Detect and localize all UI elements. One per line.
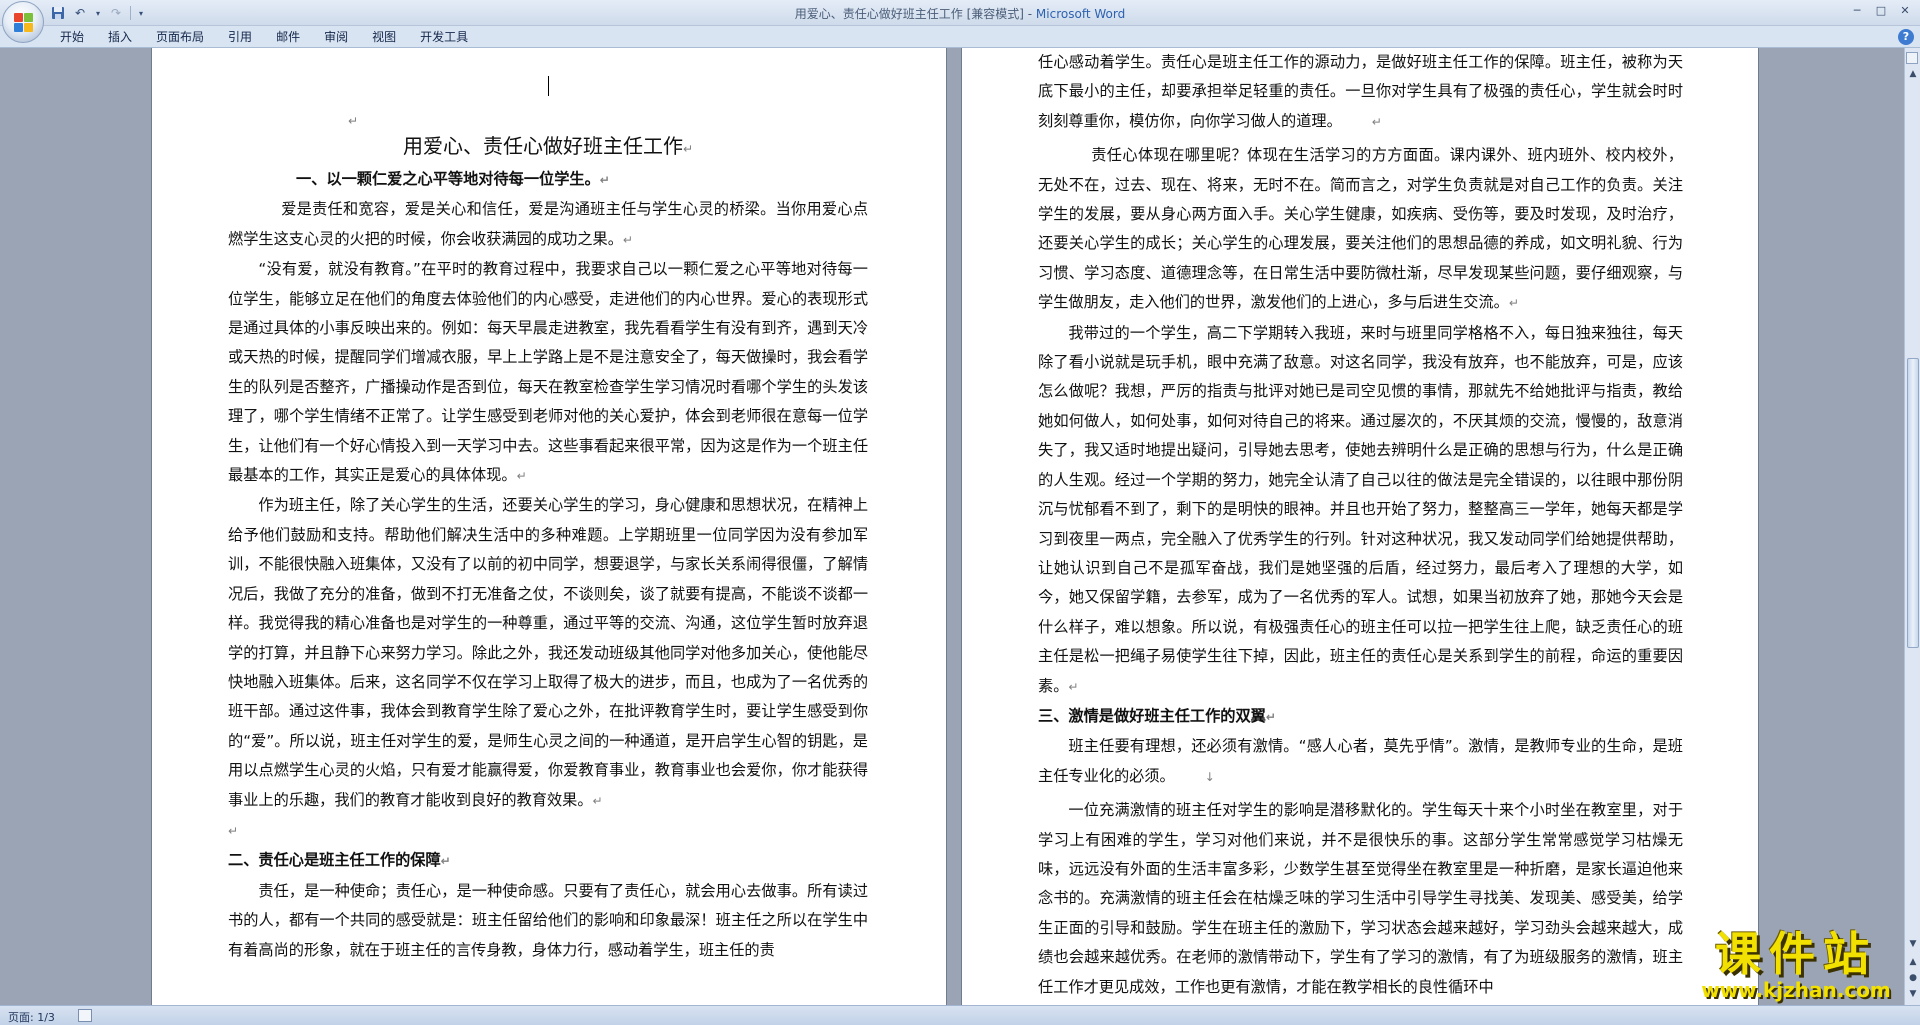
maximize-icon[interactable]: □ bbox=[1870, 2, 1892, 19]
tab-developer[interactable]: 开发工具 bbox=[408, 26, 480, 48]
paragraph: 我带过的一个学生，高二下学期转入我班，来时与班里同学格格不入，每日独来独往，每天… bbox=[1038, 323, 1683, 695]
paragraph: 作为班主任，除了关心学生的生活，还要关心学生的学习，身心健康和思想状况，在精神上… bbox=[228, 496, 868, 809]
status-bar: 页面: 1/3 bbox=[0, 1005, 1920, 1025]
paragraph: 一位充满激情的班主任对学生的影响是潜移默化的。学生每天十来个小时坐在教室里，对于… bbox=[1038, 801, 1683, 996]
ribbon-tab-bar: 开始 插入 页面布局 引用 邮件 审阅 视图 开发工具 ? bbox=[0, 26, 1920, 48]
scroll-up-icon[interactable]: ▲ bbox=[1907, 68, 1919, 80]
window-title: 用爱心、责任心做好班主任工作 [兼容模式] - Microsoft Word bbox=[0, 5, 1920, 22]
page-2-content[interactable]: 任心感动着学生。责任心是班主任工作的源动力，是做好班主任工作的保障。班主任，被称… bbox=[1038, 48, 1683, 1002]
window-controls: ─ □ ✕ bbox=[1846, 2, 1916, 19]
ribbon-tabs: 开始 插入 页面布局 引用 邮件 审阅 视图 开发工具 bbox=[48, 26, 480, 48]
minimize-icon[interactable]: ─ bbox=[1846, 2, 1868, 19]
tab-review[interactable]: 审阅 bbox=[312, 26, 360, 48]
page-1-content[interactable]: ↵ 用爱心、责任心做好班主任工作↵ 一、以一颗仁爱之心平等地对待每一位学生。↵ … bbox=[228, 48, 868, 965]
document-heading: 用爱心、责任心做好班主任工作↵ bbox=[402, 134, 694, 158]
document-area[interactable]: ↵ 用爱心、责任心做好班主任工作↵ 一、以一颗仁爱之心平等地对待每一位学生。↵ … bbox=[0, 48, 1904, 1005]
empty-paragraph: ↵ bbox=[348, 114, 359, 128]
tab-references[interactable]: 引用 bbox=[216, 26, 264, 48]
section-heading-2: 二、责任心是班主任工作的保障↵ bbox=[228, 851, 451, 870]
vertical-scrollbar[interactable]: ▲ ▼ ▲ ● ▼ bbox=[1904, 48, 1920, 1005]
office-logo-icon bbox=[14, 13, 34, 33]
paragraph: 爱是责任和宽容，爱是关心和信任，爱是沟通班主任与学生心灵的桥梁。当你用爱心点燃学… bbox=[228, 200, 868, 248]
watermark-logo-text: 课件站 bbox=[1715, 927, 1877, 981]
document-page-1[interactable]: ↵ 用爱心、责任心做好班主任工作↵ 一、以一颗仁爱之心平等地对待每一位学生。↵ … bbox=[152, 48, 946, 1005]
proofing-status-icon[interactable] bbox=[78, 1009, 92, 1022]
section-heading-3: 三、激情是做好班主任工作的双翼↵ bbox=[1038, 706, 1276, 725]
section-heading-1: 一、以一颗仁爱之心平等地对待每一位学生。↵ bbox=[296, 170, 610, 188]
paragraph: 责任，是一种使命；责任心，是一种使命感。只要有了责任心，就会用心去做事。所有读过… bbox=[228, 881, 868, 959]
view-ruler-icon[interactable] bbox=[1906, 52, 1918, 64]
document-title: 用爱心、责任心做好班主任工作 [兼容模式] - bbox=[794, 7, 1036, 21]
close-icon[interactable]: ✕ bbox=[1894, 2, 1916, 19]
paragraph: “没有爱，就没有教育。”在平时的教育过程中，我要求自己以一颗仁爱之心平等地对待每… bbox=[228, 260, 868, 485]
help-icon[interactable]: ? bbox=[1898, 29, 1914, 45]
paragraph: 责任心体现在哪里呢？体现在生活学习的方方面面。课内课外、班内班外、校内校外，无处… bbox=[1038, 146, 1683, 312]
empty-paragraph bbox=[228, 48, 868, 106]
watermark-url: www.kjzhan.com bbox=[1701, 978, 1891, 1002]
paragraph: 班主任要有理想，还必须有激情。“感人心者，莫先乎情”。激情，是教师专业的生命，是… bbox=[1038, 737, 1683, 785]
empty-paragraph: ↵ bbox=[228, 823, 239, 838]
document-page-2[interactable]: 任心感动着学生。责任心是班主任工作的源动力，是做好班主任工作的保障。班主任，被称… bbox=[962, 48, 1758, 1005]
tab-home[interactable]: 开始 bbox=[48, 26, 96, 48]
tab-page-layout[interactable]: 页面布局 bbox=[144, 26, 216, 48]
tab-insert[interactable]: 插入 bbox=[96, 26, 144, 48]
paragraph: 任心感动着学生。责任心是班主任工作的源动力，是做好班主任工作的保障。班主任，被称… bbox=[1038, 53, 1683, 130]
site-watermark: 课件站 www.kjzhan.com bbox=[1682, 918, 1910, 1006]
scrollbar-thumb[interactable] bbox=[1907, 358, 1919, 648]
page-count-status[interactable]: 页面: 1/3 bbox=[8, 1009, 55, 1025]
tab-mailings[interactable]: 邮件 bbox=[264, 26, 312, 48]
title-bar: ↶ ▾ ↷ ▾ 用爱心、责任心做好班主任工作 [兼容模式] - Microsof… bbox=[0, 0, 1920, 43]
office-button[interactable] bbox=[2, 1, 44, 43]
app-name: Microsoft Word bbox=[1035, 7, 1126, 21]
tab-view[interactable]: 视图 bbox=[360, 26, 408, 48]
